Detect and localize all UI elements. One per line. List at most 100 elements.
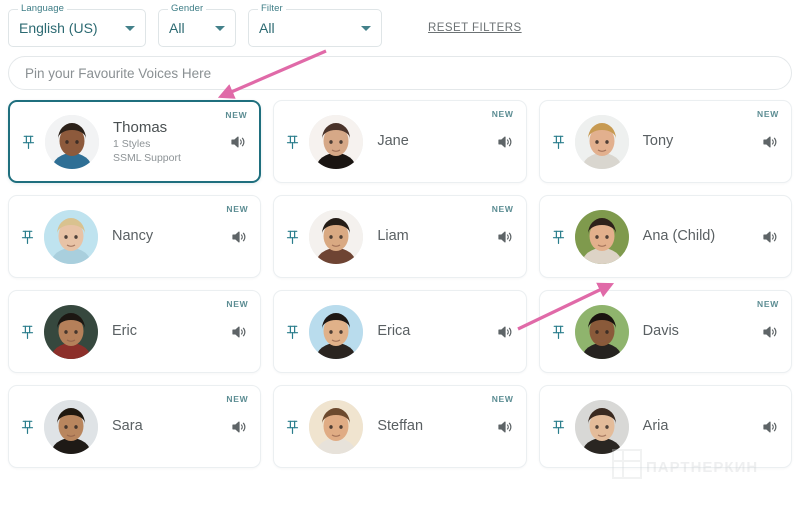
voice-card[interactable]: Erica	[273, 290, 527, 373]
speaker-icon[interactable]	[761, 133, 779, 151]
voice-grid: NEW Thomas 1 Styles SSML Support NEW Jane NEW T…	[0, 90, 800, 468]
voice-name: Steffan	[377, 418, 424, 434]
avatar	[44, 209, 98, 264]
voice-info: Ana (Child)	[629, 227, 761, 246]
voice-ssml-support: SSML Support	[113, 152, 181, 164]
pin-icon[interactable]	[284, 322, 301, 342]
voice-info: Jane	[363, 132, 495, 151]
language-select-value: English (US)	[19, 20, 98, 36]
voice-name: Tony	[642, 133, 674, 149]
voice-info: Thomas 1 Styles SSML Support	[99, 118, 229, 165]
status-badge: NEW	[225, 110, 248, 120]
voice-name: Sara	[112, 418, 143, 434]
status-badge: NEW	[491, 394, 514, 404]
gender-select[interactable]: Gender All	[158, 3, 236, 47]
voice-card[interactable]: NEW Nancy	[8, 195, 262, 278]
speaker-icon[interactable]	[230, 228, 248, 246]
avatar	[309, 209, 364, 264]
voice-info: Eric	[98, 322, 230, 341]
pin-icon[interactable]	[19, 322, 36, 342]
voice-name: Liam	[377, 228, 409, 244]
filter-select-value: All	[259, 20, 275, 36]
language-select-label: Language	[18, 3, 68, 15]
avatar	[45, 114, 99, 169]
pin-icon[interactable]	[284, 132, 301, 152]
avatar	[309, 114, 364, 169]
reset-filters-button[interactable]: RESET FILTERS	[428, 22, 522, 34]
voice-name: Ana (Child)	[642, 228, 716, 244]
pin-icon[interactable]	[550, 132, 567, 152]
speaker-icon[interactable]	[230, 418, 248, 436]
pin-icon[interactable]	[284, 227, 301, 247]
voice-name: Erica	[377, 323, 411, 339]
speaker-icon[interactable]	[229, 133, 247, 151]
pin-icon[interactable]	[20, 132, 37, 152]
pin-icon[interactable]	[550, 417, 567, 437]
status-badge: NEW	[226, 299, 249, 309]
voice-card[interactable]: NEW Steffan	[273, 385, 527, 468]
status-badge: NEW	[757, 109, 779, 119]
voice-info: Liam	[363, 227, 495, 246]
status-badge: NEW	[757, 299, 779, 309]
avatar	[574, 399, 629, 454]
pin-favourites-placeholder: Pin your Favourite Voices Here	[25, 65, 212, 81]
speaker-icon[interactable]	[761, 228, 779, 246]
pin-icon[interactable]	[550, 322, 567, 342]
chevron-down-icon	[215, 26, 225, 31]
avatar	[574, 114, 629, 169]
filter-select-label: Filter	[258, 3, 286, 15]
status-badge: NEW	[491, 109, 514, 119]
voice-card[interactable]: NEW Eric	[8, 290, 262, 373]
voice-card[interactable]: NEW Sara	[8, 385, 262, 468]
voice-info: Davis	[629, 322, 761, 341]
voice-name: Jane	[377, 133, 409, 149]
status-badge: NEW	[226, 394, 249, 404]
voice-info: Nancy	[98, 227, 230, 246]
voice-info: Erica	[363, 322, 495, 341]
language-select[interactable]: Language English (US)	[8, 3, 146, 47]
status-badge: NEW	[226, 204, 249, 214]
voice-name: Davis	[642, 323, 679, 339]
voice-card[interactable]: NEW Liam	[273, 195, 527, 278]
gender-select-label: Gender	[168, 3, 207, 15]
voice-name: Nancy	[112, 228, 154, 244]
pin-icon[interactable]	[19, 227, 36, 247]
avatar	[574, 304, 629, 359]
voice-name: Thomas	[113, 119, 168, 136]
voice-info: Steffan	[363, 417, 495, 436]
voice-card[interactable]: NEW Thomas 1 Styles SSML Support	[8, 100, 262, 183]
avatar	[574, 209, 629, 264]
pin-favourites-bar[interactable]: Pin your Favourite Voices Here	[8, 56, 792, 90]
filter-select[interactable]: Filter All	[248, 3, 382, 47]
speaker-icon[interactable]	[496, 228, 514, 246]
voice-info: Aria	[629, 417, 761, 436]
voice-card[interactable]: Aria	[538, 385, 792, 468]
voice-card[interactable]: NEW Jane	[273, 100, 527, 183]
avatar	[44, 304, 98, 359]
speaker-icon[interactable]	[761, 323, 779, 341]
gender-select-value: All	[169, 20, 185, 36]
voice-card[interactable]: NEW Tony	[538, 100, 792, 183]
speaker-icon[interactable]	[761, 418, 779, 436]
pin-icon[interactable]	[550, 227, 567, 247]
chevron-down-icon	[125, 26, 135, 31]
voice-name: Eric	[112, 323, 137, 339]
speaker-icon[interactable]	[496, 418, 514, 436]
pin-icon[interactable]	[19, 417, 36, 437]
speaker-icon[interactable]	[230, 323, 248, 341]
chevron-down-icon	[361, 26, 371, 31]
pin-icon[interactable]	[284, 417, 301, 437]
status-badge: NEW	[491, 204, 514, 214]
voice-styles: 1 Styles	[113, 138, 151, 150]
voice-info: Tony	[629, 132, 761, 151]
voice-info: Sara	[98, 417, 230, 436]
voice-card[interactable]: Ana (Child)	[538, 195, 792, 278]
filter-bar: Language English (US) Gender All Filter …	[0, 0, 800, 48]
voice-name: Aria	[642, 418, 669, 434]
voice-card[interactable]: NEW Davis	[538, 290, 792, 373]
speaker-icon[interactable]	[496, 133, 514, 151]
avatar	[309, 304, 364, 359]
avatar	[309, 399, 364, 454]
speaker-icon[interactable]	[496, 323, 514, 341]
avatar	[44, 399, 98, 454]
